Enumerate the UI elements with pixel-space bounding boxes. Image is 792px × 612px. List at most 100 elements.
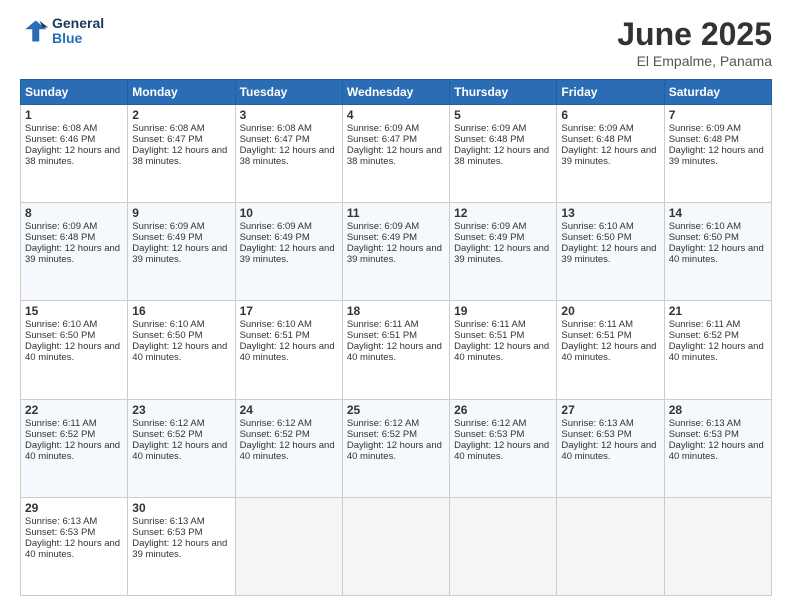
sunset-label: Sunset: 6:53 PM xyxy=(25,527,95,538)
table-row: 13Sunrise: 6:10 AMSunset: 6:50 PMDayligh… xyxy=(557,203,664,301)
daylight-label: Daylight: 12 hours and 38 minutes. xyxy=(347,145,442,167)
sunrise-label: Sunrise: 6:09 AM xyxy=(132,221,204,232)
logo: General Blue xyxy=(20,16,104,47)
sunset-label: Sunset: 6:51 PM xyxy=(347,330,417,341)
sunset-label: Sunset: 6:46 PM xyxy=(25,134,95,145)
sunset-label: Sunset: 6:50 PM xyxy=(669,232,739,243)
day-number: 29 xyxy=(25,501,123,515)
sunset-label: Sunset: 6:52 PM xyxy=(669,330,739,341)
col-tuesday: Tuesday xyxy=(235,80,342,105)
sunrise-label: Sunrise: 6:09 AM xyxy=(347,123,419,134)
col-monday: Monday xyxy=(128,80,235,105)
sunrise-label: Sunrise: 6:12 AM xyxy=(347,418,419,429)
sunrise-label: Sunrise: 6:09 AM xyxy=(347,221,419,232)
table-row: 14Sunrise: 6:10 AMSunset: 6:50 PMDayligh… xyxy=(664,203,771,301)
table-row: 22Sunrise: 6:11 AMSunset: 6:52 PMDayligh… xyxy=(21,399,128,497)
day-number: 19 xyxy=(454,304,552,318)
sunset-label: Sunset: 6:49 PM xyxy=(347,232,417,243)
daylight-label: Daylight: 12 hours and 40 minutes. xyxy=(132,341,227,363)
table-row xyxy=(450,497,557,595)
sunset-label: Sunset: 6:47 PM xyxy=(132,134,202,145)
calendar-row: 8Sunrise: 6:09 AMSunset: 6:48 PMDaylight… xyxy=(21,203,772,301)
sunset-label: Sunset: 6:48 PM xyxy=(669,134,739,145)
sunrise-label: Sunrise: 6:09 AM xyxy=(25,221,97,232)
table-row: 17Sunrise: 6:10 AMSunset: 6:51 PMDayligh… xyxy=(235,301,342,399)
day-number: 9 xyxy=(132,206,230,220)
logo-icon xyxy=(20,17,48,45)
sunset-label: Sunset: 6:51 PM xyxy=(240,330,310,341)
table-row: 29Sunrise: 6:13 AMSunset: 6:53 PMDayligh… xyxy=(21,497,128,595)
table-row xyxy=(342,497,449,595)
day-number: 16 xyxy=(132,304,230,318)
col-friday: Friday xyxy=(557,80,664,105)
sunset-label: Sunset: 6:47 PM xyxy=(347,134,417,145)
sunrise-label: Sunrise: 6:09 AM xyxy=(669,123,741,134)
table-row xyxy=(557,497,664,595)
day-number: 27 xyxy=(561,403,659,417)
day-number: 7 xyxy=(669,108,767,122)
day-number: 12 xyxy=(454,206,552,220)
day-number: 20 xyxy=(561,304,659,318)
col-saturday: Saturday xyxy=(664,80,771,105)
table-row: 6Sunrise: 6:09 AMSunset: 6:48 PMDaylight… xyxy=(557,105,664,203)
logo-text-line2: Blue xyxy=(52,31,104,46)
table-row: 5Sunrise: 6:09 AMSunset: 6:48 PMDaylight… xyxy=(450,105,557,203)
sunset-label: Sunset: 6:52 PM xyxy=(25,429,95,440)
header: General Blue June 2025 El Empalme, Panam… xyxy=(20,16,772,69)
sunrise-label: Sunrise: 6:10 AM xyxy=(25,319,97,330)
table-row: 26Sunrise: 6:12 AMSunset: 6:53 PMDayligh… xyxy=(450,399,557,497)
day-number: 23 xyxy=(132,403,230,417)
day-number: 18 xyxy=(347,304,445,318)
sunrise-label: Sunrise: 6:11 AM xyxy=(669,319,741,330)
day-number: 1 xyxy=(25,108,123,122)
table-row: 30Sunrise: 6:13 AMSunset: 6:53 PMDayligh… xyxy=(128,497,235,595)
table-row: 7Sunrise: 6:09 AMSunset: 6:48 PMDaylight… xyxy=(664,105,771,203)
sunrise-label: Sunrise: 6:13 AM xyxy=(132,516,204,527)
daylight-label: Daylight: 12 hours and 40 minutes. xyxy=(561,440,656,462)
sunrise-label: Sunrise: 6:08 AM xyxy=(132,123,204,134)
day-number: 5 xyxy=(454,108,552,122)
table-row: 16Sunrise: 6:10 AMSunset: 6:50 PMDayligh… xyxy=(128,301,235,399)
day-number: 4 xyxy=(347,108,445,122)
daylight-label: Daylight: 12 hours and 40 minutes. xyxy=(561,341,656,363)
sunrise-label: Sunrise: 6:13 AM xyxy=(25,516,97,527)
sunset-label: Sunset: 6:47 PM xyxy=(240,134,310,145)
sunrise-label: Sunrise: 6:11 AM xyxy=(561,319,633,330)
table-row: 23Sunrise: 6:12 AMSunset: 6:52 PMDayligh… xyxy=(128,399,235,497)
sunset-label: Sunset: 6:53 PM xyxy=(561,429,631,440)
daylight-label: Daylight: 12 hours and 40 minutes. xyxy=(25,440,120,462)
sunrise-label: Sunrise: 6:09 AM xyxy=(454,221,526,232)
sunrise-label: Sunrise: 6:09 AM xyxy=(240,221,312,232)
day-number: 13 xyxy=(561,206,659,220)
sunrise-label: Sunrise: 6:12 AM xyxy=(454,418,526,429)
daylight-label: Daylight: 12 hours and 39 minutes. xyxy=(347,243,442,265)
sunrise-label: Sunrise: 6:11 AM xyxy=(25,418,97,429)
sunset-label: Sunset: 6:50 PM xyxy=(132,330,202,341)
day-number: 17 xyxy=(240,304,338,318)
table-row: 4Sunrise: 6:09 AMSunset: 6:47 PMDaylight… xyxy=(342,105,449,203)
table-row: 9Sunrise: 6:09 AMSunset: 6:49 PMDaylight… xyxy=(128,203,235,301)
day-number: 6 xyxy=(561,108,659,122)
sunset-label: Sunset: 6:48 PM xyxy=(561,134,631,145)
table-row: 1Sunrise: 6:08 AMSunset: 6:46 PMDaylight… xyxy=(21,105,128,203)
daylight-label: Daylight: 12 hours and 40 minutes. xyxy=(240,341,335,363)
sunset-label: Sunset: 6:53 PM xyxy=(669,429,739,440)
table-row xyxy=(235,497,342,595)
daylight-label: Daylight: 12 hours and 40 minutes. xyxy=(347,341,442,363)
table-row: 19Sunrise: 6:11 AMSunset: 6:51 PMDayligh… xyxy=(450,301,557,399)
table-row: 25Sunrise: 6:12 AMSunset: 6:52 PMDayligh… xyxy=(342,399,449,497)
day-number: 2 xyxy=(132,108,230,122)
sunset-label: Sunset: 6:48 PM xyxy=(454,134,524,145)
table-row: 12Sunrise: 6:09 AMSunset: 6:49 PMDayligh… xyxy=(450,203,557,301)
calendar-row: 1 Sunrise: 6:08 AM Sunset: 6:46 PM Daylight… xyxy=(21,105,772,203)
daylight-label: Daylight: 12 hours and 40 minutes. xyxy=(669,243,764,265)
daylight-label: Daylight: 12 hours and 40 minutes. xyxy=(25,341,120,363)
table-row: 11Sunrise: 6:09 AMSunset: 6:49 PMDayligh… xyxy=(342,203,449,301)
sunrise-label: Sunrise: 6:10 AM xyxy=(132,319,204,330)
calendar-row: 15Sunrise: 6:10 AMSunset: 6:50 PMDayligh… xyxy=(21,301,772,399)
sunrise-label: Sunrise: 6:08 AM xyxy=(240,123,312,134)
daylight-label: Daylight: 12 hours and 40 minutes. xyxy=(347,440,442,462)
sunset-label: Sunset: 6:52 PM xyxy=(240,429,310,440)
daylight-label: Daylight: 12 hours and 40 minutes. xyxy=(132,440,227,462)
daylight-label: Daylight: 12 hours and 39 minutes. xyxy=(25,243,120,265)
